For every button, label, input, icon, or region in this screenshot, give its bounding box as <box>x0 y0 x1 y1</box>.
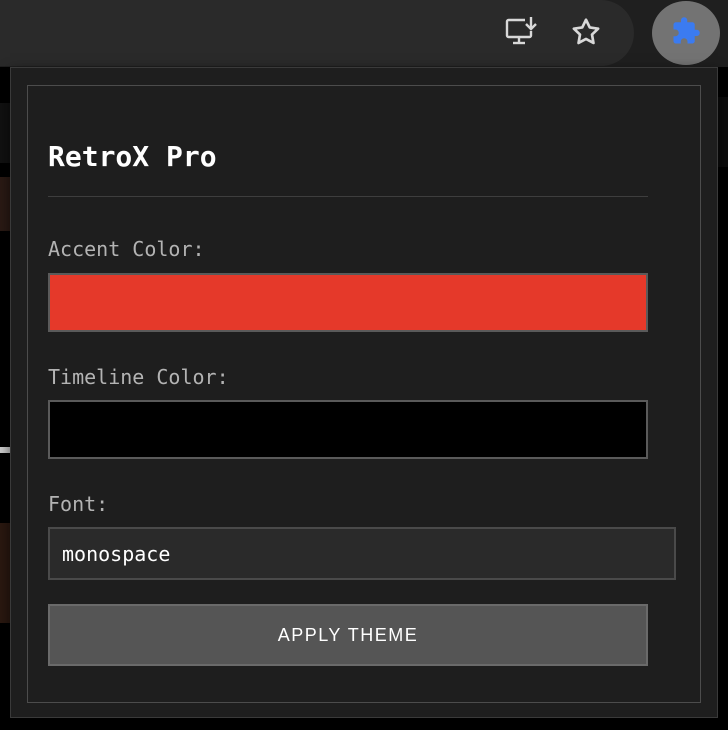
extension-popup: RetroX Pro Accent Color: Timeline Color:… <box>10 67 718 718</box>
background-fragment <box>0 523 10 623</box>
apply-theme-button[interactable]: APPLY THEME <box>48 604 648 666</box>
accent-color-label: Accent Color: <box>48 237 205 261</box>
font-label: Font: <box>48 492 109 516</box>
timeline-color-label: Timeline Color: <box>48 365 229 389</box>
browser-toolbar <box>0 0 728 67</box>
puzzle-icon <box>671 16 701 50</box>
timeline-color-picker[interactable] <box>48 400 648 459</box>
background-fragment <box>0 447 10 453</box>
extension-button[interactable] <box>652 1 720 65</box>
bookmark-star-icon[interactable] <box>564 12 608 52</box>
background-fragment <box>0 177 10 231</box>
accent-color-picker[interactable] <box>48 273 648 332</box>
background-fragment <box>718 97 728 167</box>
popup-title: RetroX Pro <box>48 140 217 173</box>
title-divider <box>48 196 648 197</box>
font-input[interactable] <box>48 527 676 580</box>
background-fragment <box>0 103 10 163</box>
install-app-icon[interactable] <box>500 12 544 52</box>
